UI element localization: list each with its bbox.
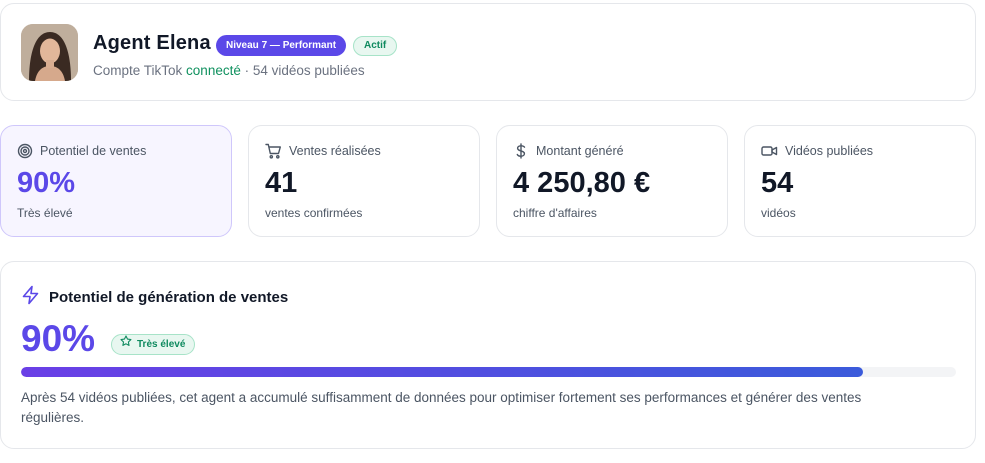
- stat-header: Vidéos publiées: [761, 143, 873, 159]
- section-header: Potentiel de génération de ventes: [21, 285, 288, 309]
- stat-value: 4 250,80 €: [513, 167, 651, 199]
- star-icon: [120, 335, 132, 354]
- stat-card-potential: Potentiel de ventes 90% Très élevé: [0, 125, 232, 237]
- avatar: [21, 24, 78, 81]
- potential-progress-bar: [21, 367, 956, 377]
- stat-header: Ventes réalisées: [265, 143, 381, 159]
- stat-label: Vidéos publiées: [785, 144, 874, 158]
- stat-card-revenue: Montant généré 4 250,80 € chiffre d'affa…: [496, 125, 728, 237]
- cart-icon: [265, 143, 282, 159]
- account-suffix: · 54 vidéos publiées: [240, 63, 365, 78]
- account-prefix: Compte TikTok: [93, 63, 183, 78]
- stat-header: Potentiel de ventes: [17, 143, 146, 159]
- stat-card-sales: Ventes réalisées 41 ventes confirmées: [248, 125, 480, 237]
- potential-badge-label: Très élevé: [137, 339, 186, 350]
- potential-value: 90%: [21, 318, 96, 359]
- stat-header: Montant généré: [513, 143, 624, 159]
- stat-value: 54: [761, 167, 794, 199]
- account-connected: connecté: [186, 63, 241, 78]
- account-status-line: Compte TikTok connecté · 54 vidéos publi…: [93, 63, 365, 78]
- video-icon: [761, 143, 778, 159]
- agent-header-card: Agent Elena Niveau 7 — Performant Actif …: [0, 3, 976, 101]
- stat-label: Ventes réalisées: [289, 144, 381, 158]
- progress-fill: [21, 367, 863, 377]
- stat-sub: chiffre d'affaires: [513, 206, 597, 220]
- sales-potential-card: Potentiel de génération de ventes 90% Tr…: [0, 261, 976, 449]
- stat-label: Potentiel de ventes: [40, 144, 147, 158]
- level-badge: Niveau 7 — Performant: [216, 35, 347, 56]
- stat-sub: ventes confirmées: [265, 206, 363, 220]
- section-title: Potentiel de génération de ventes: [49, 288, 289, 306]
- stat-sub: Très élevé: [17, 206, 73, 220]
- stat-value: 90%: [17, 167, 76, 199]
- stat-card-videos: Vidéos publiées 54 vidéos: [744, 125, 976, 237]
- stat-label: Montant généré: [536, 144, 624, 158]
- lightning-icon: [21, 285, 40, 309]
- dollar-icon: [513, 143, 529, 159]
- stat-sub: vidéos: [761, 206, 796, 220]
- potential-badge: Très élevé: [111, 334, 196, 355]
- status-badge: Actif: [353, 36, 398, 56]
- agent-name: Agent Elena: [93, 32, 211, 54]
- stat-value: 41: [265, 167, 298, 199]
- potential-description: Après 54 vidéos publiées, cet agent a ac…: [21, 390, 862, 425]
- target-icon: [17, 143, 33, 159]
